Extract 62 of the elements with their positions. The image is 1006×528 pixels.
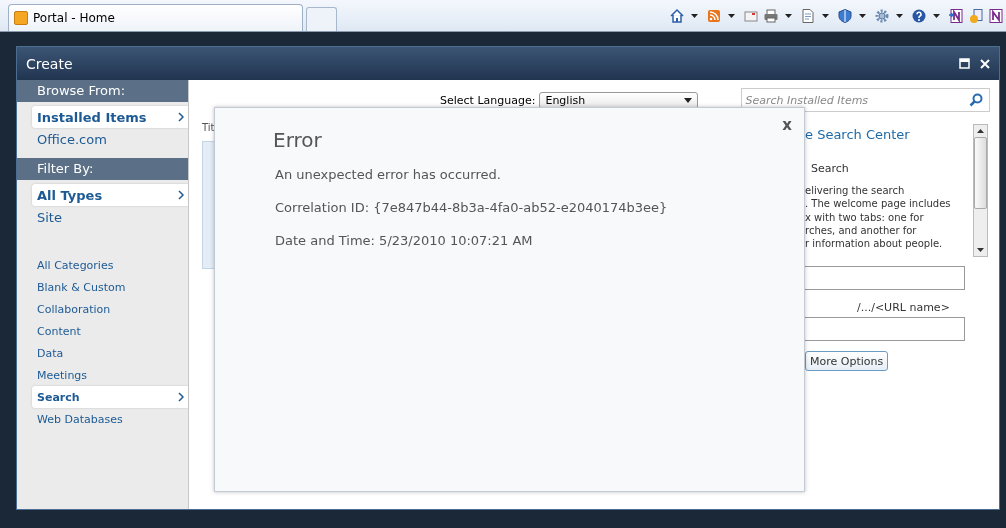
caret-icon[interactable] <box>691 13 698 18</box>
feed-icon[interactable] <box>706 7 722 24</box>
nav-item[interactable]: All Categories <box>32 254 188 276</box>
nav-item[interactable]: Office.com <box>32 128 188 150</box>
caret-icon[interactable] <box>896 13 903 18</box>
close-icon[interactable] <box>980 58 990 69</box>
scrollbar[interactable] <box>973 124 988 257</box>
nav-item[interactable]: Meetings <box>32 364 188 386</box>
site-icon <box>14 11 28 25</box>
scroll-up-icon[interactable] <box>977 129 984 133</box>
home-icon[interactable] <box>669 7 685 24</box>
chevron-icon <box>178 112 184 122</box>
nav-item[interactable]: All Types <box>32 184 188 206</box>
error-message: Correlation ID: {7e847b44-8b3a-4fa0-ab52-e2040174b3ee} <box>275 200 669 215</box>
more-options-button[interactable]: More Options <box>805 351 889 371</box>
nav-item[interactable]: Blank & Custom <box>32 276 188 298</box>
template-title: e Search Center <box>805 127 911 142</box>
nav-item[interactable]: Web Databases <box>32 408 188 430</box>
close-button[interactable]: x <box>782 116 792 134</box>
caret-icon[interactable] <box>859 13 866 18</box>
nav-item[interactable]: Content <box>32 320 188 342</box>
section-heading: Browse From: <box>17 80 188 102</box>
search-field[interactable]: Search Installed Items <box>741 88 991 112</box>
caret-icon[interactable] <box>684 97 693 103</box>
caret-icon[interactable] <box>933 13 940 18</box>
description-line: . The welcome page includes <box>805 197 952 211</box>
caret-icon[interactable] <box>822 13 829 18</box>
shield-icon[interactable] <box>837 7 853 24</box>
help-icon[interactable] <box>911 7 927 24</box>
nav-item[interactable]: Site <box>32 206 188 228</box>
language-label: Select Language: <box>440 93 536 107</box>
search-icon[interactable] <box>969 93 984 107</box>
notebook-icon[interactable] <box>988 7 1004 24</box>
nav-item[interactable]: Search <box>32 386 188 408</box>
template-subtitle: Search <box>811 162 850 175</box>
chevron-icon <box>178 392 184 402</box>
description-line: r information about people. <box>805 237 944 251</box>
tab-title: Portal - Home <box>33 11 115 25</box>
nav-item[interactable]: Data <box>32 342 188 364</box>
notebook-icon[interactable] <box>948 7 964 24</box>
scroll-down-icon[interactable] <box>977 248 984 252</box>
chevron-icon <box>178 190 184 200</box>
description-line: x with two tabs: one for <box>805 210 925 224</box>
document-badge-icon[interactable] <box>968 7 984 24</box>
maximize-icon[interactable] <box>959 58 970 69</box>
browser-tab[interactable]: Portal - Home <box>8 4 303 31</box>
error-message: An unexpected error has occurred. <box>275 167 502 182</box>
description-line: rches, and another for <box>805 223 918 238</box>
gear-icon[interactable] <box>874 7 890 24</box>
column-header: Tit <box>202 122 215 133</box>
error-message: Date and Time: 5/23/2010 10:07:21 AM <box>275 233 534 248</box>
section-heading: Filter By: <box>17 158 188 180</box>
caret-icon[interactable] <box>728 13 735 18</box>
nav-item[interactable]: Installed Items <box>32 106 188 128</box>
dialog-title: Create <box>26 55 73 72</box>
url-hint: /.../<URL name> <box>857 301 950 314</box>
nav-item[interactable]: Collaboration <box>32 298 188 320</box>
page-icon[interactable] <box>800 7 816 24</box>
description-line: elivering the search <box>805 184 906 198</box>
error-title: Error <box>273 128 323 152</box>
printer-icon[interactable] <box>763 7 779 24</box>
caret-icon[interactable] <box>785 13 792 18</box>
